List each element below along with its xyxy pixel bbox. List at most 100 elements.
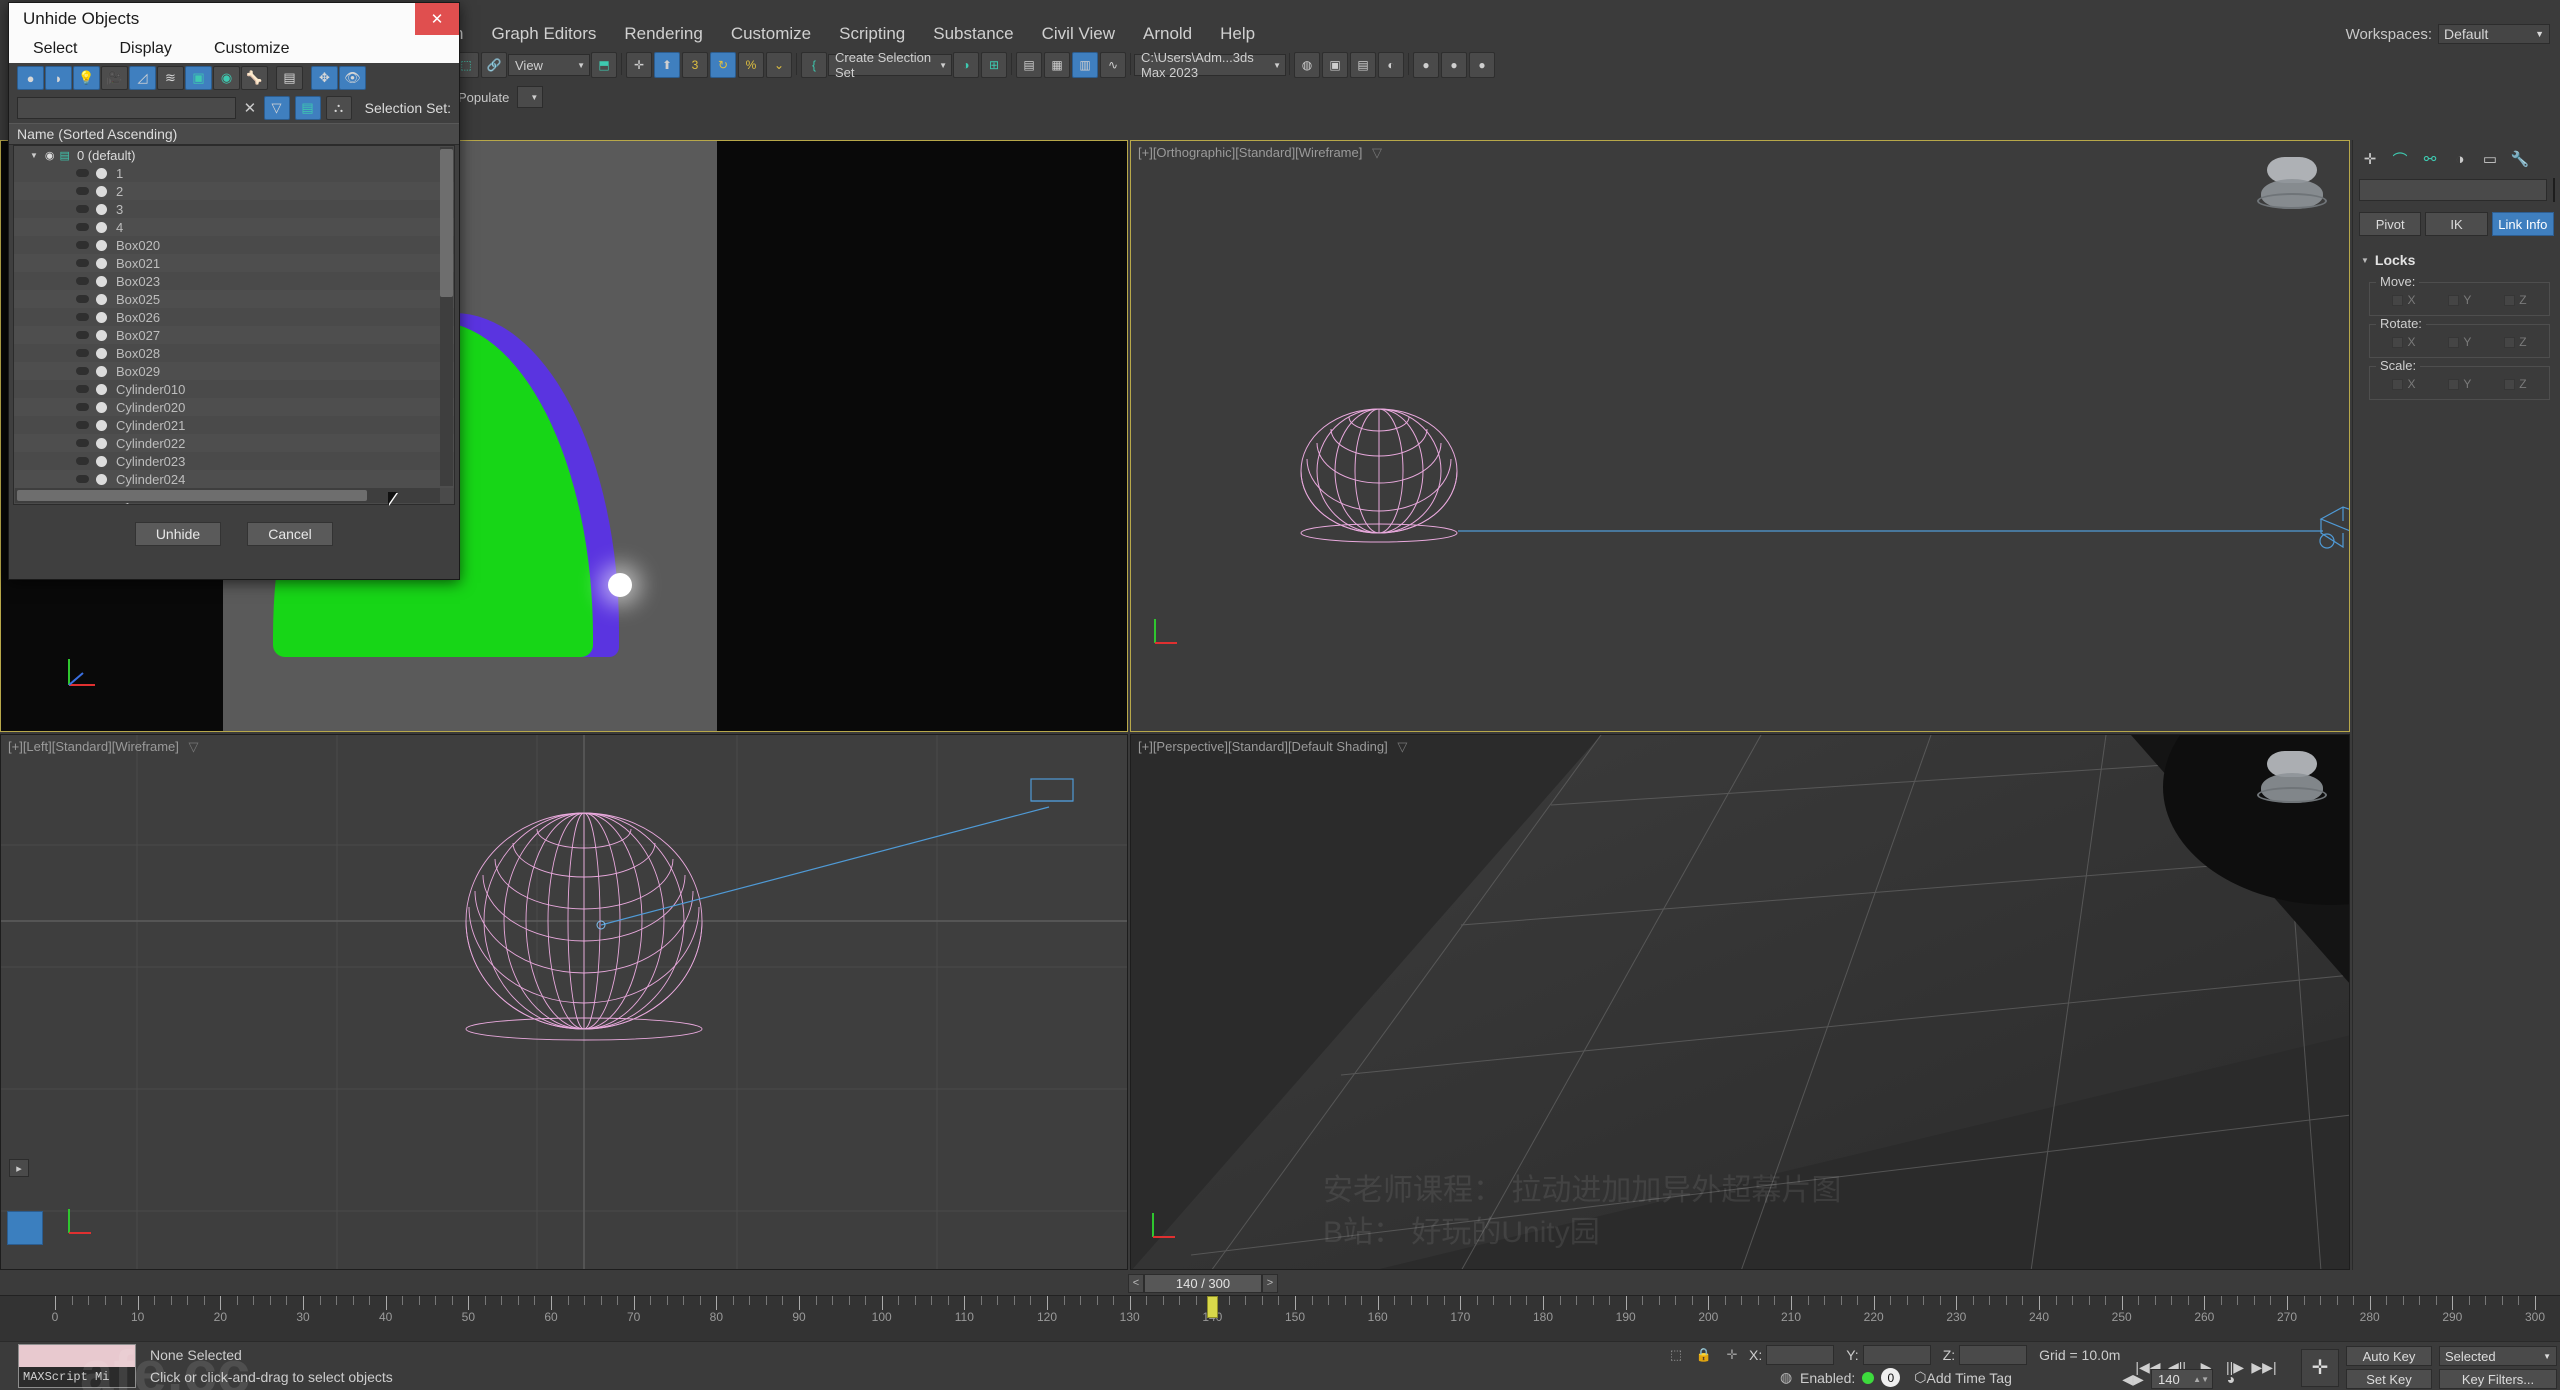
object-name-input[interactable] xyxy=(2359,179,2547,201)
add-time-tag-label[interactable]: Add Time Tag xyxy=(1927,1370,2012,1386)
hierarchy-tab-icon[interactable]: ⚯ xyxy=(2415,145,2445,173)
key-filters-button[interactable]: Key Filters... xyxy=(2439,1369,2557,1389)
rotate-lock-y[interactable]: Y xyxy=(2448,335,2471,349)
next-frame-button[interactable]: > xyxy=(1262,1273,1278,1293)
object-dot-icon[interactable] xyxy=(96,221,107,233)
percent-snap-icon[interactable]: % xyxy=(738,52,764,78)
unhide-button[interactable]: Unhide xyxy=(135,522,221,546)
tab-link-info[interactable]: Link Info xyxy=(2491,212,2554,236)
menu-item-substance[interactable]: Substance xyxy=(919,24,1027,44)
filter-icon[interactable]: ▽ xyxy=(1397,739,1407,754)
layers-toggle-icon[interactable]: ▤ xyxy=(294,96,321,120)
dialog-menu-display[interactable]: Display xyxy=(119,40,171,58)
filter-shapes-icon[interactable]: ◗ xyxy=(45,66,72,90)
populate-label[interactable]: Populate xyxy=(452,90,509,105)
timeline-ruler[interactable]: 0102030405060708090100110120130140150160… xyxy=(0,1295,2560,1341)
auto-key-button[interactable]: Auto Key xyxy=(2346,1346,2432,1366)
clear-search-icon[interactable]: ✕ xyxy=(241,99,258,117)
object-dot-icon[interactable] xyxy=(96,239,107,251)
menu-item-help[interactable]: Help xyxy=(1206,24,1269,44)
set-key-button[interactable]: Set Key xyxy=(2346,1369,2432,1389)
object-dot-icon[interactable] xyxy=(96,419,107,431)
y-field[interactable] xyxy=(1862,1345,1931,1365)
list-item[interactable]: 1 xyxy=(14,164,454,182)
list-item[interactable]: Box020 xyxy=(14,236,454,254)
list-item[interactable]: Cylinder023 xyxy=(14,452,454,470)
time-tag-icon[interactable]: ⬡ xyxy=(1914,1369,1926,1386)
filter-cameras-icon[interactable]: 🎥 xyxy=(101,66,128,90)
list-item[interactable]: Box025 xyxy=(14,290,454,308)
list-item[interactable]: Box028 xyxy=(14,344,454,362)
render-setup-icon[interactable]: ▣ xyxy=(1322,52,1348,78)
curve-editor-icon[interactable]: ∿ xyxy=(1100,52,1126,78)
key-step-icon[interactable]: ◀▶ xyxy=(2120,1368,2146,1390)
list-item[interactable]: Box026 xyxy=(14,308,454,326)
motion-tab-icon[interactable]: ◑ xyxy=(2445,145,2475,173)
select-and-move-icon[interactable]: ✛ xyxy=(626,52,652,78)
scale-lock-y[interactable]: Y xyxy=(2448,377,2471,391)
object-dot-icon[interactable] xyxy=(96,383,107,395)
list-item[interactable]: Cylinder021 xyxy=(14,416,454,434)
hidden-toggle-icon[interactable] xyxy=(76,205,89,213)
list-item[interactable]: Cylinder024 xyxy=(14,470,454,488)
list-item[interactable]: Cylinder022 xyxy=(14,434,454,452)
project-path-field[interactable]: C:\Users\Adm...3ds Max 2023 ▼ xyxy=(1134,50,1286,80)
scale-lock-x[interactable]: X xyxy=(2392,377,2415,391)
viewport-bottom-left[interactable]: [+][Left][Standard][Wireframe] ▽ ▸ xyxy=(0,734,1128,1270)
viewport-label-bottom-right[interactable]: [+][Perspective][Standard][Default Shadi… xyxy=(1138,739,1407,755)
visibility-icon[interactable]: 👁 xyxy=(339,66,366,90)
filter-containers-icon[interactable]: ▤ xyxy=(276,66,303,90)
filter-icon[interactable]: ▽ xyxy=(1372,145,1382,160)
angle-snap-icon[interactable]: ⌄ xyxy=(766,52,792,78)
dialog-titlebar[interactable]: Unhide Objects ✕ xyxy=(9,3,459,35)
hidden-toggle-icon[interactable] xyxy=(76,421,89,429)
timeline-playhead[interactable] xyxy=(1207,1296,1219,1318)
list-item[interactable]: Box023 xyxy=(14,272,454,290)
prev-frame-button[interactable]: < xyxy=(1128,1273,1144,1293)
populate-combo[interactable]: ▼ xyxy=(517,86,544,108)
list-item[interactable]: Cylinder010 xyxy=(14,380,454,398)
hidden-toggle-icon[interactable] xyxy=(76,169,89,177)
menu-item-graph-editors[interactable]: Graph Editors xyxy=(477,24,610,44)
display-children-icon[interactable]: ✥ xyxy=(311,66,338,90)
eye-icon[interactable]: ◉ xyxy=(45,149,55,162)
object-dot-icon[interactable] xyxy=(96,275,107,287)
filter-icon[interactable]: ▽ xyxy=(189,739,199,754)
object-dot-icon[interactable] xyxy=(96,329,107,341)
object-color-swatch[interactable] xyxy=(2553,178,2555,202)
object-dot-icon[interactable] xyxy=(96,293,107,305)
use-pivot-center-icon[interactable]: ⬒ xyxy=(591,52,617,78)
object-dot-icon[interactable] xyxy=(96,167,107,179)
list-item[interactable]: Box029 xyxy=(14,362,454,380)
hidden-toggle-icon[interactable] xyxy=(76,241,89,249)
viewcube[interactable] xyxy=(2253,749,2331,811)
viewport-bottom-right[interactable]: [+][Perspective][Standard][Default Shadi… xyxy=(1130,734,2350,1270)
hidden-toggle-icon[interactable] xyxy=(76,331,89,339)
viewport-label-top-right[interactable]: [+][Orthographic][Standard][Wireframe] ▽ xyxy=(1138,145,1382,161)
filter-xrefs-icon[interactable]: ◉ xyxy=(213,66,240,90)
object-dot-icon[interactable] xyxy=(96,257,107,269)
select-and-rotate-icon[interactable]: ⬆ xyxy=(654,52,680,78)
rotate-lock-x[interactable]: X xyxy=(2392,335,2415,349)
workspaces-select[interactable]: Default ▼ xyxy=(2438,24,2550,44)
layer-explorer-icon[interactable]: ▤ xyxy=(1016,52,1042,78)
create-selection-set-combo[interactable]: Create Selection Set ▼ xyxy=(828,50,952,80)
tab-ik[interactable]: IK xyxy=(2425,212,2488,236)
hidden-toggle-icon[interactable] xyxy=(76,349,89,357)
globe-icon[interactable]: ◍ xyxy=(1780,1369,1800,1386)
render-frame-icon[interactable]: ▤ xyxy=(1350,52,1376,78)
hidden-toggle-icon[interactable] xyxy=(76,295,89,303)
viewport-layout-button[interactable] xyxy=(7,1211,43,1245)
render-shade-1-icon[interactable]: ● xyxy=(1413,52,1439,78)
select-and-place-icon[interactable]: ↻ xyxy=(710,52,736,78)
scroll-thumb[interactable] xyxy=(17,490,367,501)
list-item[interactable]: 2 xyxy=(14,182,454,200)
viewport-top-right[interactable]: [+][Orthographic][Standard][Wireframe] ▽ xyxy=(1130,140,2350,732)
x-field[interactable] xyxy=(1766,1345,1835,1365)
scene-explorer-icon[interactable]: ▦ xyxy=(1044,52,1070,78)
scale-lock-z[interactable]: Z xyxy=(2504,377,2527,391)
filter-lights-icon[interactable]: 💡 xyxy=(73,66,100,90)
viewport-label-bottom-left[interactable]: [+][Left][Standard][Wireframe] ▽ xyxy=(8,739,199,755)
time-configuration-icon[interactable]: ◕ xyxy=(2218,1368,2244,1390)
lock-icon[interactable]: 🔒 xyxy=(1693,1345,1715,1365)
